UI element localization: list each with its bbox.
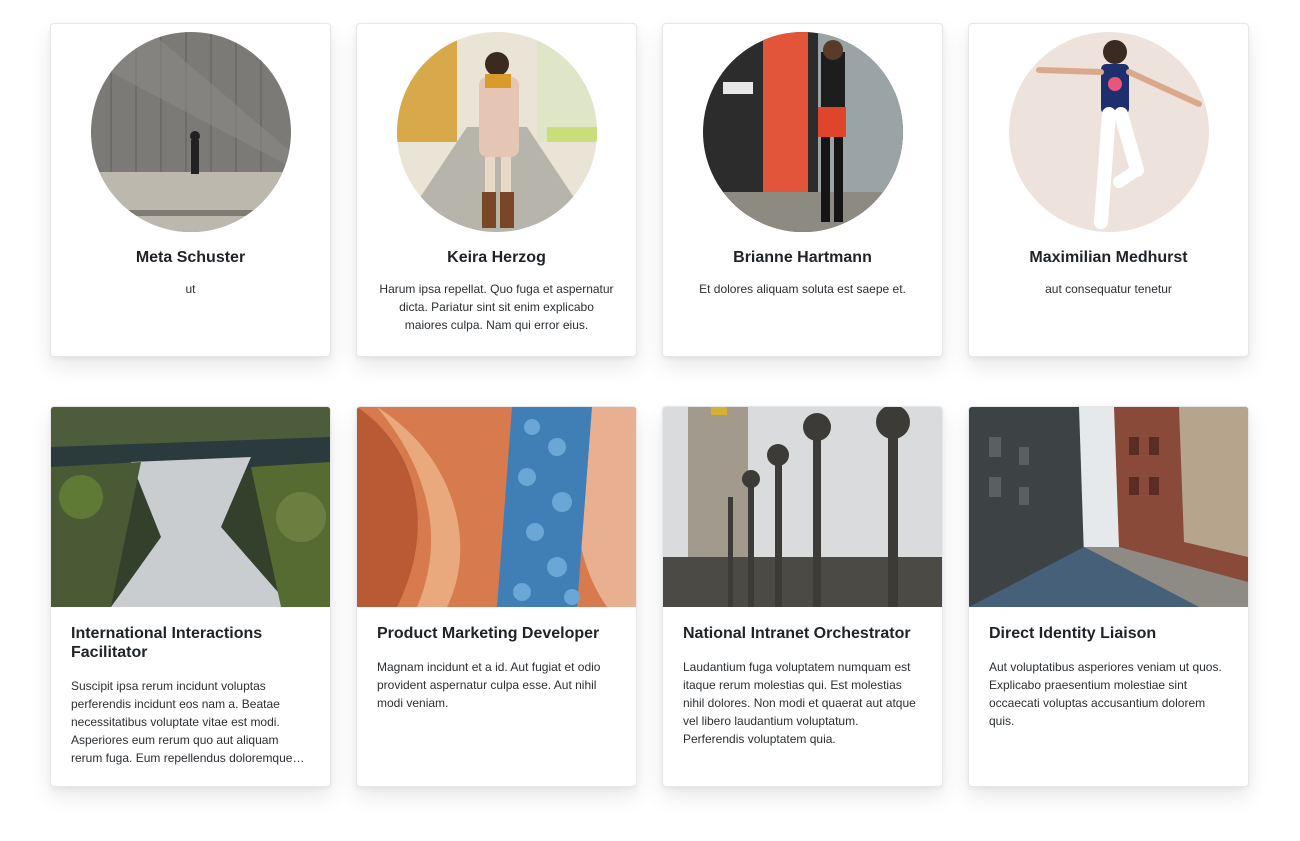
person-bio: Harum ipsa repellat. Quo fuga et asperna…: [379, 282, 614, 332]
post-body: Direct Identity Liaison Aut voluptatibus…: [969, 607, 1248, 730]
person-bio: ut: [185, 282, 196, 296]
people-row: Meta Schuster ut Keira Herzog Harum ipsa…: [50, 23, 1250, 357]
post-body: International Interactions Facilitator S…: [51, 607, 330, 767]
post-title: National Intranet Orchestrator: [683, 625, 911, 642]
canyon-stones-photo: [357, 407, 636, 607]
street-lamps-photo: [663, 407, 942, 607]
post-card[interactable]: International Interactions Facilitator S…: [50, 406, 331, 787]
person-bio: Et dolores aliquam soluta est saepe et.: [699, 282, 906, 296]
post-excerpt: Laudantium fuga voluptatem numquam est i…: [683, 660, 916, 746]
waterfall-photo: [51, 407, 330, 607]
post-excerpt: Suscipit ipsa rerum incidunt voluptas pe…: [71, 679, 293, 765]
person-name: Keira Herzog: [447, 249, 546, 266]
post-body: Product Marketing Developer Magnam incid…: [357, 607, 636, 712]
woman-with-phone-photo: [702, 32, 903, 232]
person-card[interactable]: Brianne Hartmann Et dolores aliquam solu…: [662, 23, 943, 357]
city-street-photo: [969, 407, 1248, 607]
post-title: Direct Identity Liaison: [989, 625, 1157, 642]
posts-row: International Interactions Facilitator S…: [50, 406, 1250, 787]
person-card[interactable]: Meta Schuster ut: [50, 23, 331, 357]
post-title: Product Marketing Developer: [377, 625, 600, 642]
post-excerpt: Aut voluptatibus asperiores veniam ut qu…: [989, 660, 1222, 728]
woman-in-coat-photo: [396, 32, 597, 232]
woman-jumping-photo: [1008, 32, 1209, 232]
post-card[interactable]: National Intranet Orchestrator Laudantiu…: [662, 406, 943, 787]
post-body: National Intranet Orchestrator Laudantiu…: [663, 607, 942, 748]
person-bio: aut consequatur tenetur: [1045, 282, 1172, 296]
person-name: Brianne Hartmann: [733, 249, 872, 266]
person-walking-by-wall-photo: [90, 32, 291, 232]
post-excerpt: Magnam incidunt et a id. Aut fugiat et o…: [377, 660, 601, 710]
post-card[interactable]: Direct Identity Liaison Aut voluptatibus…: [968, 406, 1249, 787]
post-card[interactable]: Product Marketing Developer Magnam incid…: [356, 406, 637, 787]
person-card[interactable]: Maximilian Medhurst aut consequatur tene…: [968, 23, 1249, 357]
post-title: International Interactions Facilitator: [71, 625, 263, 661]
person-name: Maximilian Medhurst: [1029, 249, 1188, 266]
person-name: Meta Schuster: [135, 249, 246, 266]
person-card[interactable]: Keira Herzog Harum ipsa repellat. Quo fu…: [356, 23, 637, 357]
